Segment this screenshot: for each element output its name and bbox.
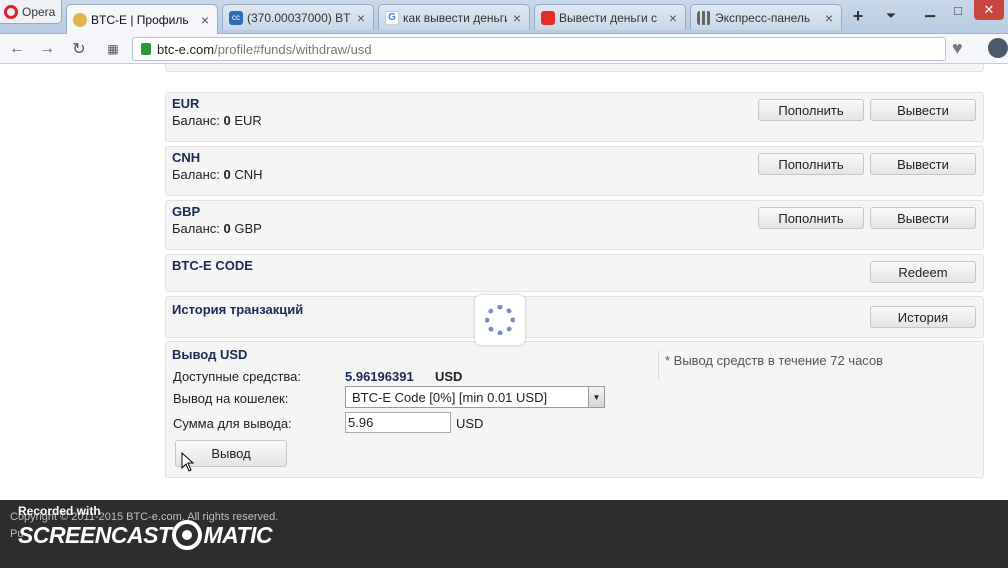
close-window-icon[interactable]: ✕: [974, 0, 1004, 20]
withdraw-usd-panel: Вывод USD * Вывод средств в течение 72 ч…: [165, 341, 984, 478]
close-icon[interactable]: ×: [199, 12, 211, 28]
deposit-button[interactable]: Пополнить: [758, 207, 864, 229]
history-panel: История транзакций История: [165, 296, 984, 338]
watermark-logo: SCREENCAST MATIC: [18, 520, 273, 550]
fund-row-gbp: GBP Баланс: 0 GBP Пополнить Вывести: [165, 200, 984, 250]
currency-name: GBP: [172, 204, 201, 219]
history-title: История транзакций: [172, 302, 304, 317]
avatar[interactable]: [988, 38, 1008, 58]
spinner-icon: [485, 305, 515, 335]
tab-menu-icon[interactable]: ⏷: [880, 6, 902, 26]
google-icon: G: [385, 10, 399, 25]
back-icon[interactable]: ←: [6, 39, 28, 59]
page-content: EUR Баланс: 0 EUR Пополнить Вывести CNH …: [0, 64, 1008, 500]
available-label: Доступные средства:: [173, 369, 302, 384]
btce-code-panel: BTC-E CODE Redeem: [165, 254, 984, 292]
opera-menu-label: Opera: [22, 4, 56, 19]
lock-icon: [141, 43, 151, 55]
close-icon[interactable]: ×: [667, 10, 679, 26]
tab-label: BTC-E | Профиль: [91, 12, 189, 27]
tab-label: как вывести деньги: [403, 10, 507, 25]
opera-logo-icon: [4, 4, 18, 19]
balance-line: Баланс: 0 GBP: [172, 221, 262, 236]
available-currency: USD: [435, 369, 463, 384]
tab-youtube[interactable]: Вывести деньги с ×: [534, 4, 686, 30]
loading-spinner: [475, 295, 525, 345]
redeem-button[interactable]: Redeem: [870, 261, 976, 283]
tab-speed-dial[interactable]: Экспресс-панель ×: [690, 4, 842, 30]
tab-cc[interactable]: cc (370.00037000) BTC ×: [222, 4, 374, 30]
speed-dial-icon: [697, 10, 711, 25]
fund-row-cnh: CNH Баланс: 0 CNH Пополнить Вывести: [165, 146, 984, 196]
currency-name: CNH: [172, 150, 201, 165]
close-icon[interactable]: ×: [511, 10, 523, 26]
fund-row-eur: EUR Баланс: 0 EUR Пополнить Вывести: [165, 92, 984, 142]
balance-line: Баланс: 0 EUR: [172, 113, 262, 128]
currency-name: EUR: [172, 96, 200, 111]
tab-label: Экспресс-панель: [715, 10, 811, 25]
fund-row-cut: [165, 64, 984, 72]
tab-label: Вывести деньги с: [559, 10, 658, 25]
browser-tab-bar: Opera BTC-E | Профиль × cc (370.00037000…: [0, 0, 1008, 34]
btce-icon: [73, 12, 87, 27]
opera-menu-button[interactable]: Opera: [0, 0, 62, 24]
reload-icon[interactable]: ↻: [68, 39, 90, 59]
deposit-button[interactable]: Пополнить: [758, 99, 864, 121]
url-field[interactable]: btc-e.com /profile#funds/withdraw/usd: [132, 37, 946, 61]
close-icon[interactable]: ×: [355, 10, 367, 26]
watermark-top-text: Recorded with: [18, 504, 101, 518]
wallet-label: Вывод на кошелек:: [173, 391, 289, 406]
mouse-cursor-icon: [181, 452, 195, 472]
amount-currency: USD: [456, 416, 484, 431]
amount-input[interactable]: 5.96: [345, 412, 451, 433]
available-value: 5.96196391: [345, 369, 414, 384]
address-toolbar: ← → ↻ ▦ btc-e.com /profile#funds/withdra…: [0, 34, 1008, 64]
heart-icon[interactable]: ♥: [952, 38, 963, 59]
forward-icon[interactable]: →: [36, 39, 58, 59]
withdraw-button[interactable]: Вывести: [870, 207, 976, 229]
wallet-select[interactable]: BTC-E Code [0%] [min 0.01 USD] ▼: [345, 386, 605, 408]
history-button[interactable]: История: [870, 306, 976, 328]
speed-dial-grid-icon[interactable]: ▦: [102, 39, 124, 59]
deposit-button[interactable]: Пополнить: [758, 153, 864, 175]
tab-btce-profile[interactable]: BTC-E | Профиль ×: [66, 4, 218, 34]
cc-icon: cc: [229, 10, 243, 25]
youtube-icon: [541, 10, 555, 25]
new-tab-button[interactable]: +: [848, 6, 868, 26]
withdraw-note: * Вывод средств в течение 72 часов: [665, 353, 884, 368]
balance-line: Баланс: 0 CNH: [172, 167, 263, 182]
amount-label: Сумма для вывода:: [173, 416, 292, 431]
withdraw-title: Вывод USD: [172, 347, 248, 362]
btce-code-title: BTC-E CODE: [172, 258, 253, 273]
screencast-logo-icon: [172, 520, 203, 550]
chevron-down-icon[interactable]: ▼: [588, 387, 604, 407]
minimize-icon[interactable]: ▁: [918, 0, 942, 20]
withdraw-button[interactable]: Вывести: [870, 153, 976, 175]
divider: [658, 350, 659, 380]
page-footer: Copyright © 2011-2015 BTC-e.com. All rig…: [0, 500, 1008, 568]
maximize-icon[interactable]: □: [946, 0, 970, 20]
close-icon[interactable]: ×: [823, 10, 835, 26]
tab-google-search[interactable]: G как вывести деньги ×: [378, 4, 530, 30]
screencast-watermark: Recorded with SCREENCAST MATIC: [18, 504, 273, 550]
tab-label: (370.00037000) BTC: [247, 10, 351, 25]
wallet-selected-value: BTC-E Code [0%] [min 0.01 USD]: [352, 389, 548, 405]
url-host: btc-e.com: [157, 41, 215, 57]
withdraw-button[interactable]: Вывести: [870, 99, 976, 121]
url-path: /profile#funds/withdraw/usd: [214, 41, 372, 57]
